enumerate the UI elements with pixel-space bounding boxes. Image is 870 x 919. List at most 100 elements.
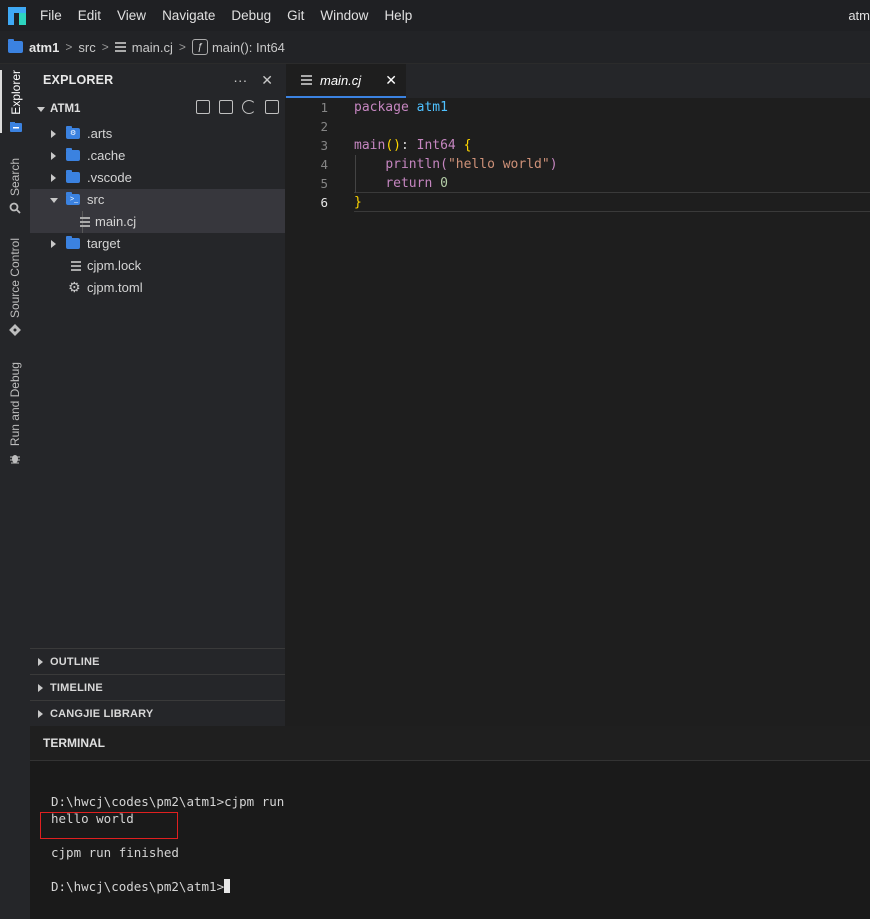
breadcrumb-file-label: main.cj (131, 39, 173, 55)
new-folder-icon[interactable] (219, 100, 233, 114)
activity-source-control[interactable]: Source Control (0, 238, 30, 336)
code-line-6: } (354, 195, 362, 210)
menu-help[interactable]: Help (384, 8, 412, 23)
terminal-line: cjpm run finished (51, 845, 179, 860)
folder-icon (66, 170, 80, 183)
tree-item-label: target (87, 236, 121, 251)
activity-explorer[interactable]: Explorer (0, 70, 30, 133)
tree-item-cjpm-toml[interactable]: ⚙ cjpm.toml (30, 277, 285, 299)
breadcrumb: atm1 > src > main.cj > ƒ main(): Int64 (0, 31, 870, 64)
tree-item-label: .cache (87, 148, 126, 163)
project-name: ATM1 (50, 103, 81, 115)
activity-search[interactable]: Search (0, 158, 30, 214)
file-lines-icon (80, 217, 90, 227)
tree-item-label: cjpm.toml (87, 280, 143, 295)
menu-file[interactable]: File (40, 8, 62, 23)
explorer-panel: EXPLORER ··· ✕ ATM1 ⚙ .arts .cache .vsco… (30, 64, 285, 726)
chevron-right-icon: > (65, 40, 73, 54)
menu-edit[interactable]: Edit (78, 8, 101, 23)
code-editor[interactable]: 1 2 3 4 5 6 package atm1 main(): Int64 {… (285, 98, 870, 726)
folder-icon (66, 148, 80, 161)
activity-explorer-label: Explorer (9, 70, 23, 115)
new-file-icon[interactable] (196, 100, 210, 114)
activity-run-debug[interactable]: Run and Debug (0, 362, 30, 464)
tree-item-label: main.cj (95, 214, 137, 229)
line-number: 1 (320, 100, 328, 115)
source-control-icon (9, 324, 21, 336)
target-folder-icon (66, 236, 80, 249)
activity-source-control-label: Source Control (8, 238, 22, 319)
section-cangjie-library[interactable]: CANGJIE LIBRARY (30, 700, 285, 726)
chevron-right-icon (51, 130, 56, 138)
breadcrumb-symbol[interactable]: ƒ main(): Int64 (191, 39, 285, 55)
line-number: 2 (320, 119, 328, 134)
activity-run-debug-label: Run and Debug (8, 362, 22, 447)
file-lines-icon (71, 261, 81, 271)
function-icon: ƒ (191, 39, 208, 55)
chevron-right-icon (51, 152, 56, 160)
tree-item-cjpm-lock[interactable]: cjpm.lock (30, 255, 285, 277)
breadcrumb-symbol-label: main(): Int64 (211, 39, 285, 55)
code-line-3: main(): Int64 { (354, 138, 472, 153)
line-number: 5 (320, 176, 328, 191)
code-line-1: package atm1 (354, 100, 448, 115)
app-logo-icon (8, 6, 26, 25)
breadcrumb-project[interactable]: atm1 (8, 39, 59, 55)
chevron-right-icon (51, 174, 56, 182)
section-timeline[interactable]: TIMELINE (30, 674, 285, 700)
close-icon[interactable]: ✕ (261, 72, 273, 89)
project-header[interactable]: ATM1 (30, 98, 285, 120)
search-icon (9, 202, 21, 214)
section-timeline-title: TIMELINE (50, 681, 103, 694)
chevron-right-icon (38, 709, 43, 718)
chevron-right-icon: > (101, 40, 109, 54)
section-outline[interactable]: OUTLINE (30, 648, 285, 674)
refresh-icon[interactable] (242, 100, 256, 114)
terminal-cursor (224, 879, 231, 893)
src-folder-icon: >_ (66, 192, 80, 205)
tree-item-main-cj[interactable]: main.cj (30, 211, 285, 233)
menu-git[interactable]: Git (287, 8, 304, 23)
breadcrumb-folder[interactable]: src (78, 40, 95, 55)
terminal-prompt: D:\hwcj\codes\pm2\atm1> (51, 879, 225, 894)
folder-icon (10, 121, 22, 132)
breadcrumb-file[interactable]: main.cj (114, 39, 173, 55)
window-title: atm (848, 8, 870, 23)
line-number-current: 6 (320, 195, 328, 210)
chevron-right-icon (38, 657, 43, 666)
tree-item-vscode[interactable]: .vscode (30, 167, 285, 189)
tree-item-label: .vscode (87, 170, 132, 185)
tree-item-src[interactable]: >_ src (30, 189, 285, 211)
line-number: 4 (320, 157, 328, 172)
bug-icon (10, 455, 20, 464)
chevron-right-icon: > (178, 40, 186, 54)
terminal-title: TERMINAL (30, 726, 870, 761)
tree-item-label: cjpm.lock (87, 258, 142, 273)
tree-item-target[interactable]: target (30, 233, 285, 255)
close-icon[interactable]: ✕ (385, 72, 397, 89)
tree-item-label: .arts (87, 126, 113, 141)
activity-search-label: Search (8, 158, 22, 197)
file-lines-icon (301, 75, 312, 85)
highlight-annotation (40, 812, 178, 839)
folder-icon (8, 39, 23, 53)
menu-view[interactable]: View (117, 8, 146, 23)
more-actions-icon[interactable]: ··· (233, 72, 247, 89)
collapse-all-icon[interactable] (265, 100, 279, 114)
chevron-down-icon (37, 106, 45, 112)
tree-item-cache[interactable]: .cache (30, 145, 285, 167)
chevron-right-icon (51, 240, 56, 248)
tab-main-cj[interactable]: main.cj ✕ (286, 64, 406, 98)
section-outline-title: OUTLINE (50, 655, 100, 668)
line-number: 3 (320, 138, 328, 153)
menu-window[interactable]: Window (320, 8, 368, 23)
code-line-5: return 0 (385, 176, 448, 191)
chevron-down-icon (50, 198, 58, 203)
gear-icon: ⚙ (68, 279, 81, 295)
menu-debug[interactable]: Debug (231, 8, 271, 23)
menu-navigate[interactable]: Navigate (162, 8, 215, 23)
section-cangjie-library-title: CANGJIE LIBRARY (50, 707, 154, 720)
menu-bar: File Edit View Navigate Debug Git Window… (0, 0, 870, 31)
tree-item-arts[interactable]: ⚙ .arts (30, 123, 285, 145)
terminal-panel[interactable]: TERMINAL D:\hwcj\codes\pm2\atm1> cjpm run… (30, 726, 870, 919)
